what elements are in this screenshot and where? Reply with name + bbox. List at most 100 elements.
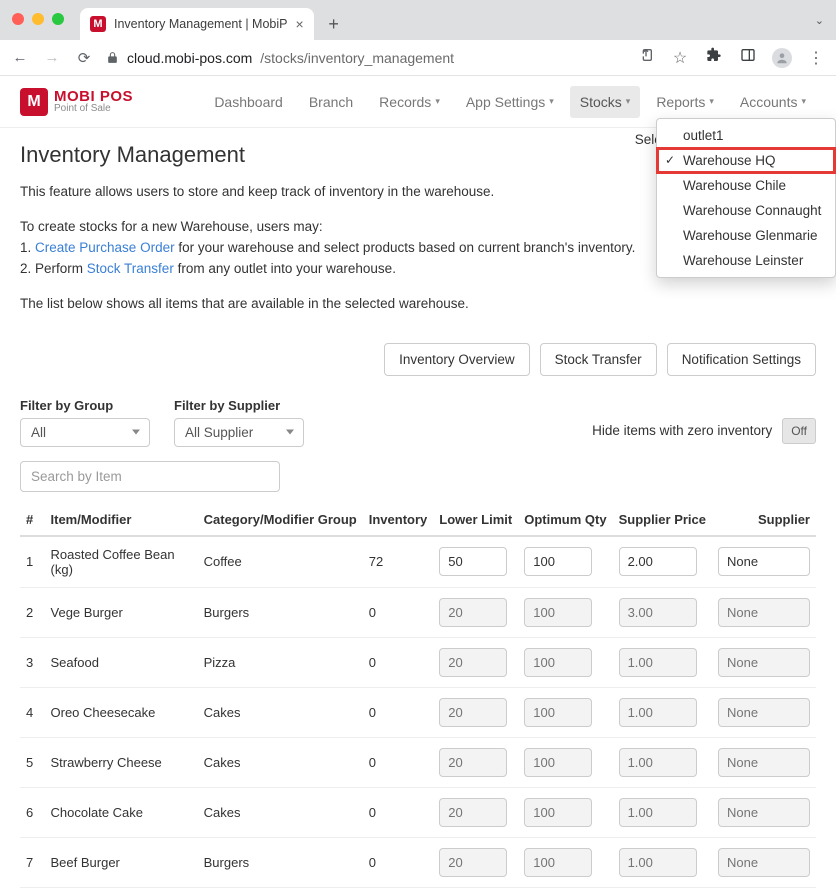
filter-group-select[interactable]: All: [20, 418, 150, 447]
action-bar: Inventory Overview Stock Transfer Notifi…: [20, 343, 816, 376]
warehouse-option-label: Warehouse HQ: [683, 153, 776, 168]
profile-avatar-icon[interactable]: [772, 48, 792, 68]
link-stock-transfer[interactable]: Stock Transfer: [87, 261, 174, 276]
share-icon[interactable]: [636, 47, 656, 68]
tab-list-icon[interactable]: ⌄: [815, 14, 824, 27]
tab-favicon-icon: M: [90, 16, 106, 32]
cell-lower: [433, 587, 518, 637]
warehouse-option-label: Warehouse Glenmarie: [683, 228, 818, 243]
warehouse-option[interactable]: ✓Warehouse HQ: [657, 148, 835, 173]
warehouse-option[interactable]: Warehouse Chile: [657, 173, 835, 198]
cell-lower: [433, 536, 518, 588]
cell-lower: [433, 837, 518, 887]
kebab-menu-icon[interactable]: ⋮: [806, 48, 826, 68]
nav-item-branch[interactable]: Branch: [299, 86, 363, 118]
extensions-icon[interactable]: [704, 47, 724, 68]
cell-index: 2: [20, 587, 45, 637]
warehouse-option[interactable]: Warehouse Glenmarie: [657, 223, 835, 248]
nav-item-records[interactable]: Records▾: [369, 86, 450, 118]
hide-zero-toggle[interactable]: Off: [782, 418, 816, 444]
optimum-qty-input[interactable]: [524, 547, 592, 576]
hide-zero-label: Hide items with zero inventory: [592, 423, 772, 438]
nav-item-stocks[interactable]: Stocks▾: [570, 86, 641, 118]
notification-settings-button[interactable]: Notification Settings: [667, 343, 816, 376]
cell-price: [613, 587, 712, 637]
nav-reload-icon[interactable]: ⟳: [74, 49, 94, 67]
cell-index: 1: [20, 536, 45, 588]
lower-limit-input: [439, 648, 507, 677]
supplier-price-input: [619, 848, 697, 877]
window-controls: [12, 13, 64, 25]
cell-index: 7: [20, 837, 45, 887]
chevron-down-icon: ▾: [801, 96, 806, 107]
inventory-overview-button[interactable]: Inventory Overview: [384, 343, 530, 376]
cell-lower: [433, 737, 518, 787]
lower-limit-input[interactable]: [439, 547, 507, 576]
cell-price: [613, 787, 712, 837]
filter-supplier-select[interactable]: All Supplier: [174, 418, 304, 447]
th-optimum: Optimum Qty: [518, 504, 612, 536]
new-tab-button[interactable]: +: [320, 10, 348, 38]
intro-step1-post: for your warehouse and select products b…: [175, 240, 636, 255]
cell-optimum: [518, 536, 612, 588]
tab-close-icon[interactable]: ×: [295, 16, 303, 32]
nav-back-icon[interactable]: ←: [10, 49, 30, 66]
supplier-price-input: [619, 598, 697, 627]
optimum-qty-input: [524, 598, 592, 627]
window-close-icon[interactable]: [12, 13, 24, 25]
browser-toolbar: ← → ⟳ cloud.mobi-pos.com/stocks/inventor…: [0, 40, 836, 76]
supplier-input: [718, 698, 810, 727]
cell-supplier: [712, 587, 816, 637]
intro-line-3: The list below shows all items that are …: [20, 294, 816, 315]
cell-optimum: [518, 687, 612, 737]
cell-optimum: [518, 787, 612, 837]
cell-item: Strawberry Cheese: [45, 737, 198, 787]
tab-title: Inventory Management | MobiP: [114, 17, 287, 31]
cell-inventory: 0: [363, 737, 434, 787]
cell-category: Burgers: [198, 837, 363, 887]
logo-badge-icon: M: [20, 88, 48, 116]
cell-item: Seafood: [45, 637, 198, 687]
window-minimize-icon[interactable]: [32, 13, 44, 25]
warehouse-option[interactable]: Warehouse Connaught: [657, 198, 835, 223]
cell-price: [613, 637, 712, 687]
warehouse-dropdown[interactable]: outlet1✓Warehouse HQWarehouse ChileWareh…: [656, 118, 836, 278]
search-row: [20, 461, 816, 492]
lower-limit-input: [439, 698, 507, 727]
sidepanel-icon[interactable]: [738, 47, 758, 68]
stock-transfer-button[interactable]: Stock Transfer: [540, 343, 657, 376]
site-logo[interactable]: M MOBI POS Point of Sale: [20, 88, 133, 116]
cell-supplier: [712, 687, 816, 737]
link-create-purchase-order[interactable]: Create Purchase Order: [35, 240, 175, 255]
supplier-input[interactable]: [718, 547, 810, 576]
browser-tab[interactable]: M Inventory Management | MobiP ×: [80, 8, 314, 40]
cell-lower: [433, 687, 518, 737]
chevron-down-icon: ▾: [626, 96, 631, 107]
nav-item-dashboard[interactable]: Dashboard: [204, 86, 293, 118]
cell-item: Oreo Cheesecake: [45, 687, 198, 737]
warehouse-option[interactable]: outlet1: [657, 123, 835, 148]
table-row: 4Oreo CheesecakeCakes0: [20, 687, 816, 737]
th-item: Item/Modifier: [45, 504, 198, 536]
bookmark-icon[interactable]: ☆: [670, 48, 690, 68]
search-input[interactable]: [20, 461, 280, 492]
url-path: /stocks/inventory_management: [260, 50, 454, 66]
cell-supplier: [712, 837, 816, 887]
page-content: Select: outlet1✓Warehouse HQWarehouse Ch…: [0, 128, 836, 888]
lower-limit-input: [439, 848, 507, 877]
optimum-qty-input: [524, 748, 592, 777]
filter-group-label: Filter by Group: [20, 398, 150, 413]
nav-item-reports[interactable]: Reports▾: [646, 86, 724, 118]
th-index: #: [20, 504, 45, 536]
cell-lower: [433, 637, 518, 687]
nav-item-app-settings[interactable]: App Settings▾: [456, 86, 564, 118]
nav-item-accounts[interactable]: Accounts▾: [730, 86, 816, 118]
window-zoom-icon[interactable]: [52, 13, 64, 25]
table-row: 6Chocolate CakeCakes0: [20, 787, 816, 837]
cell-lower: [433, 787, 518, 837]
warehouse-option[interactable]: Warehouse Leinster: [657, 248, 835, 273]
supplier-price-input[interactable]: [619, 547, 697, 576]
cell-supplier: [712, 637, 816, 687]
address-bar[interactable]: cloud.mobi-pos.com/stocks/inventory_mana…: [106, 50, 624, 66]
supplier-price-input: [619, 748, 697, 777]
